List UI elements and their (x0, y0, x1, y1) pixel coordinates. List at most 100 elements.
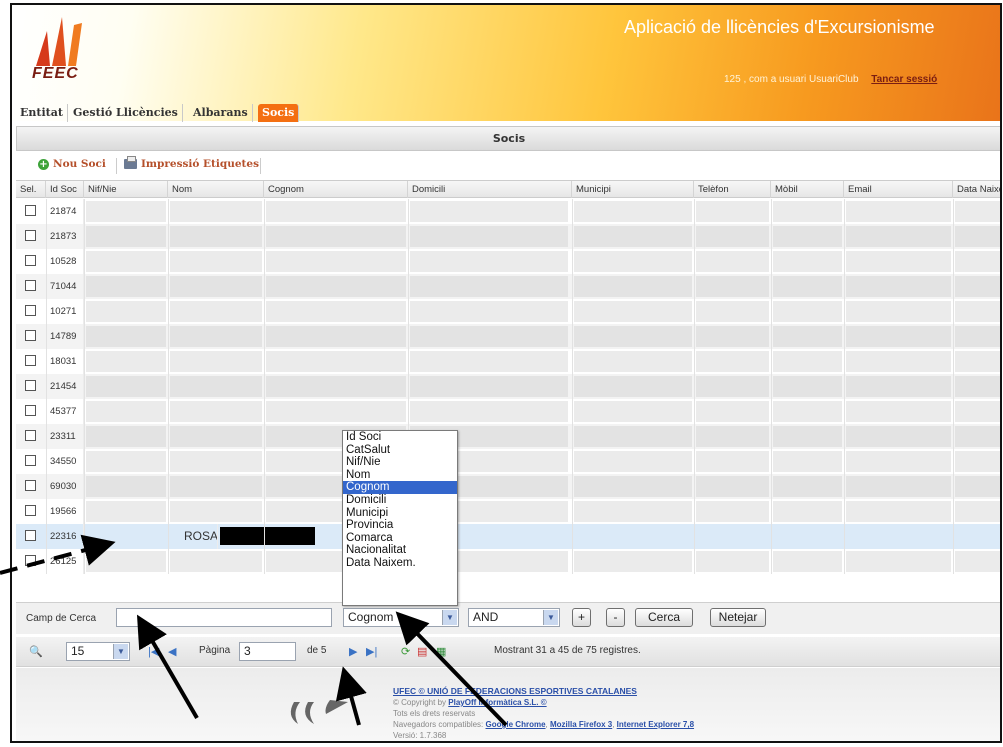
footer-org[interactable]: UFEC © UNIÓ DE FEDERACIONS ESPORTIVES CA… (393, 686, 694, 697)
row-checkbox[interactable] (25, 430, 36, 441)
redacted-cell (266, 251, 406, 272)
row-checkbox[interactable] (25, 330, 36, 341)
search-icon[interactable]: 🔍 (29, 645, 43, 658)
row-checkbox[interactable] (25, 505, 36, 516)
dropdown-option[interactable]: Id Soci (343, 431, 457, 444)
row-checkbox[interactable] (25, 480, 36, 491)
row-checkbox[interactable] (25, 205, 36, 216)
redacted-cell (86, 476, 166, 497)
dropdown-option[interactable]: Comarca (343, 532, 457, 545)
redacted-cell (846, 201, 951, 222)
redacted-cell (170, 401, 262, 422)
search-field-select[interactable]: Cognom ▼ (343, 608, 459, 627)
browser-ie-link[interactable]: Internet Explorer 7,8 (617, 720, 694, 729)
col-header-municipi[interactable]: Municipi (572, 181, 694, 198)
page-number-input[interactable]: 3 (239, 642, 296, 661)
row-checkbox[interactable] (25, 555, 36, 566)
clear-button[interactable]: Netejar (710, 608, 766, 627)
tab-gestio-llicencies[interactable]: Gestió Llicències (69, 104, 183, 122)
cell-id-soci: 10271 (46, 299, 84, 324)
search-operator-select[interactable]: AND ▼ (468, 608, 560, 627)
col-header-sel[interactable]: Sel. (16, 181, 46, 198)
next-page-icon[interactable]: ▶ (349, 645, 357, 658)
col-header-email[interactable]: Email (844, 181, 953, 198)
row-checkbox[interactable] (25, 405, 36, 416)
cell-id-soci: 26125 (46, 549, 84, 574)
chevron-down-icon[interactable]: ▼ (442, 610, 457, 625)
table-row[interactable]: 21874 (16, 199, 1000, 224)
column-divider (46, 199, 47, 574)
chevron-down-icon[interactable]: ▼ (543, 610, 558, 625)
redacted-cell (955, 551, 1000, 572)
col-header-nif[interactable]: Nif/Nie (84, 181, 168, 198)
redacted-cell (86, 251, 166, 272)
table-row[interactable]: 22316 ROSA (16, 524, 1000, 549)
dropdown-option[interactable]: Provincia (343, 519, 457, 532)
search-button[interactable]: Cerca (635, 608, 693, 627)
main-tabs: Entitat Gestió Llicències Albarans Socis (12, 102, 1000, 123)
col-header-mobil[interactable]: Mòbil (771, 181, 844, 198)
previous-page-icon[interactable]: ◀ (168, 645, 176, 658)
last-page-icon[interactable]: ▶| (366, 645, 377, 658)
redacted-cell (773, 326, 842, 347)
table-row[interactable]: 23311 (16, 424, 1000, 449)
company-link[interactable]: PlayOff Informàtica S.L. © (448, 698, 546, 707)
row-checkbox[interactable] (25, 530, 36, 541)
table-row[interactable]: 21454 (16, 374, 1000, 399)
row-checkbox[interactable] (25, 305, 36, 316)
browser-firefox-link[interactable]: Mozilla Firefox 3 (550, 720, 612, 729)
table-row[interactable]: 14789 (16, 324, 1000, 349)
excel-export-icon[interactable]: ▦ (436, 645, 446, 658)
row-checkbox[interactable] (25, 230, 36, 241)
dropdown-option[interactable]: Data Naixem. (343, 557, 457, 570)
browser-chrome-link[interactable]: Google Chrome (486, 720, 546, 729)
dropdown-option[interactable]: Nif/Nie (343, 456, 457, 469)
pdf-export-icon[interactable]: ▤ (417, 645, 427, 658)
new-member-button[interactable]: + Nou Soci (38, 158, 106, 170)
col-header-id[interactable]: Id Soc (46, 181, 84, 198)
logout-link[interactable]: Tancar sessió (871, 74, 937, 85)
col-header-telefon[interactable]: Telèfon (694, 181, 771, 198)
remove-condition-button[interactable]: - (606, 608, 625, 627)
table-row[interactable]: 21873 (16, 224, 1000, 249)
redacted-cell (574, 501, 692, 522)
table-row[interactable]: 71044 (16, 274, 1000, 299)
dropdown-option[interactable]: CatSalut (343, 444, 457, 457)
col-header-cognom[interactable]: Cognom (264, 181, 408, 198)
row-checkbox[interactable] (25, 455, 36, 466)
screenshot-root: FEEC Aplicació de llicències d'Excursion… (0, 0, 1003, 747)
first-page-icon[interactable]: |◀ (148, 645, 159, 658)
row-checkbox[interactable] (25, 355, 36, 366)
redacted-cell (574, 351, 692, 372)
grid-header: Sel. Id Soc Nif/Nie Nom Cognom Domicili … (16, 180, 1000, 198)
table-row[interactable]: 69030 (16, 474, 1000, 499)
table-row[interactable]: 10271 (16, 299, 1000, 324)
tab-albarans[interactable]: Albarans (189, 104, 253, 122)
refresh-icon[interactable]: ⟳ (401, 645, 410, 658)
table-row[interactable]: 26125 (16, 549, 1000, 574)
col-header-nom[interactable]: Nom (168, 181, 264, 198)
dropdown-option[interactable]: Nom (343, 469, 457, 482)
tab-entitat[interactable]: Entitat (16, 104, 68, 122)
search-input[interactable] (116, 608, 332, 627)
row-checkbox[interactable] (25, 380, 36, 391)
col-header-data-naixement[interactable]: Data Naixement (953, 181, 1000, 198)
dropdown-option[interactable]: Nacionalitat (343, 544, 457, 557)
print-labels-button[interactable]: Impressió Etiquetes (124, 156, 259, 170)
table-row[interactable]: 19566 (16, 499, 1000, 524)
dropdown-option[interactable]: Domicili (343, 494, 457, 507)
row-checkbox[interactable] (25, 280, 36, 291)
table-row[interactable]: 18031 (16, 349, 1000, 374)
add-condition-button[interactable]: + (572, 608, 591, 627)
table-row[interactable]: 34550 (16, 449, 1000, 474)
tab-socis[interactable]: Socis (258, 104, 300, 122)
row-checkbox[interactable] (25, 255, 36, 266)
page-size-select[interactable]: 15 ▼ (66, 642, 130, 661)
dropdown-option[interactable]: Municipi (343, 507, 457, 520)
table-row[interactable]: 45377 (16, 399, 1000, 424)
chevron-down-icon[interactable]: ▼ (113, 644, 128, 659)
redacted-cell (170, 551, 262, 572)
col-header-domicili[interactable]: Domicili (408, 181, 572, 198)
dropdown-option[interactable]: Cognom (343, 481, 457, 494)
table-row[interactable]: 10528 (16, 249, 1000, 274)
